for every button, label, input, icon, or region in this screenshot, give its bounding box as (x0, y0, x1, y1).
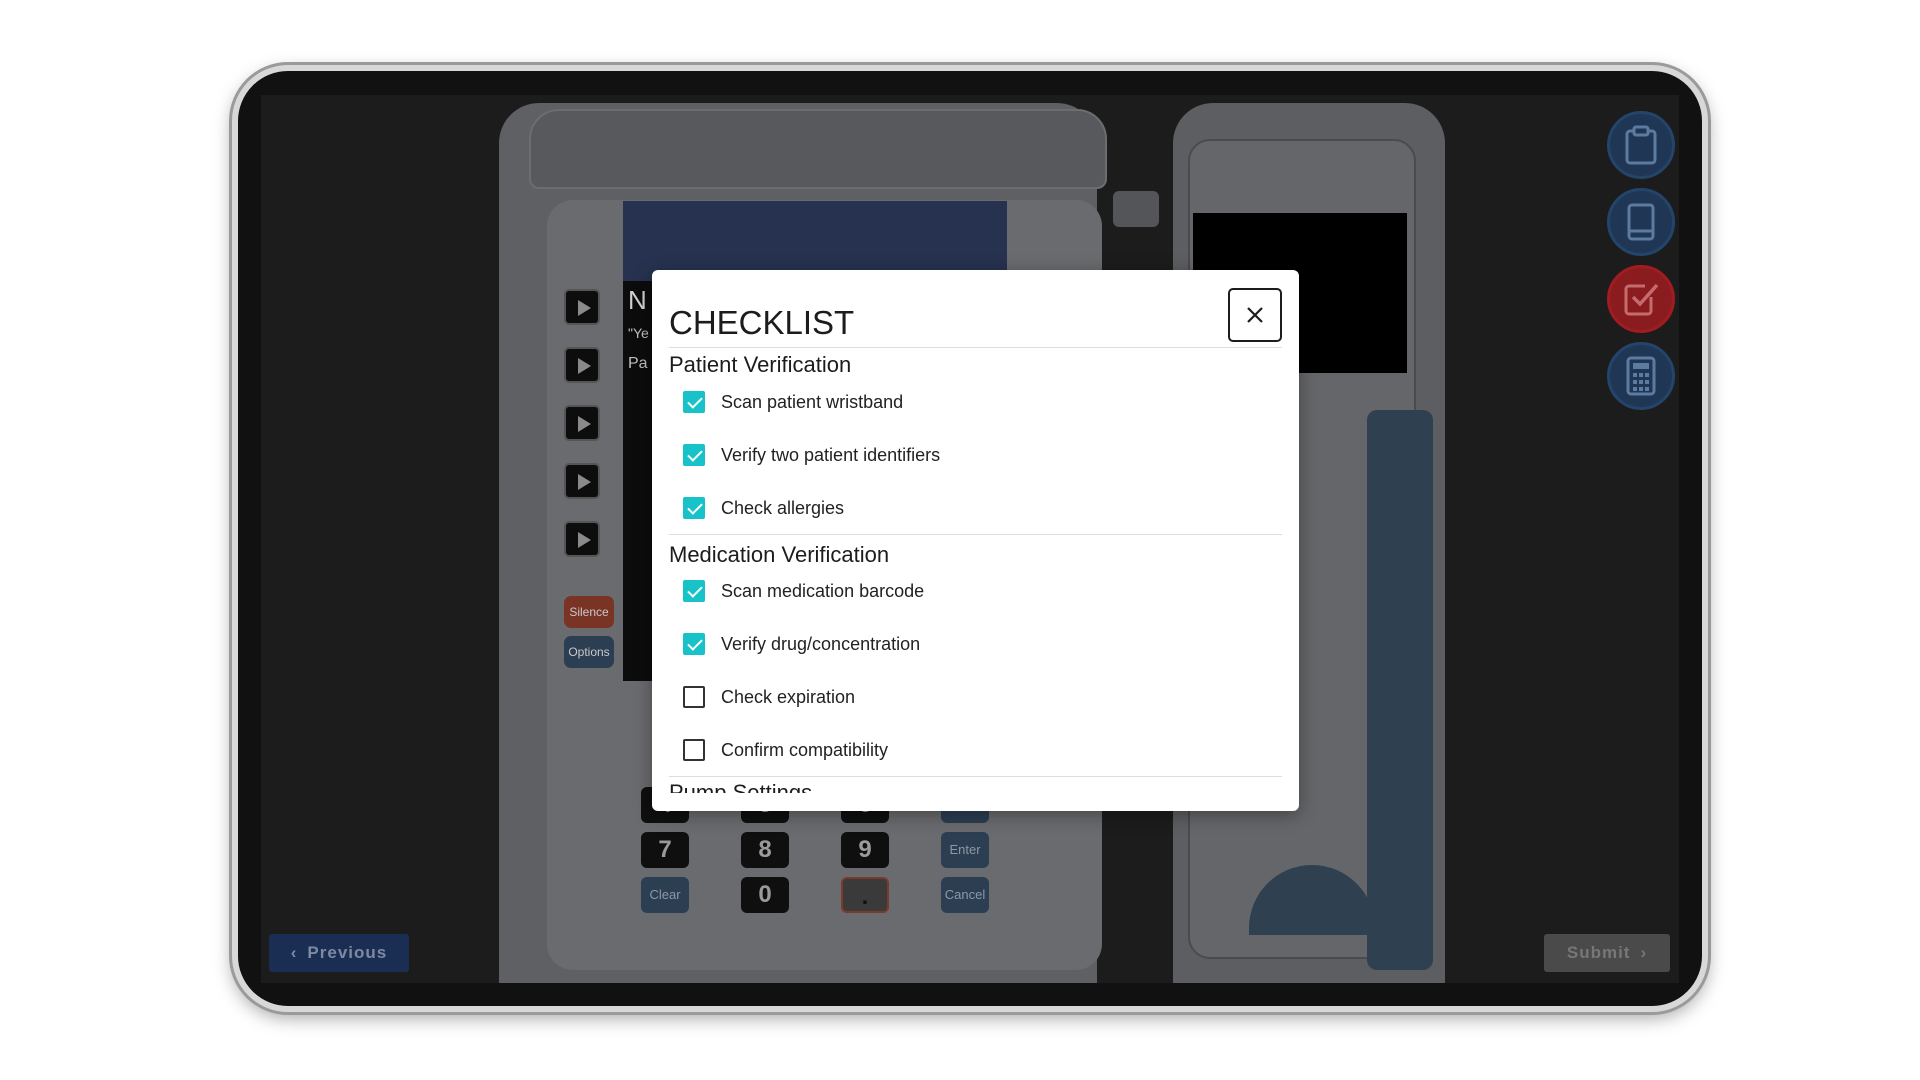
checklist-item[interactable]: Scan patient wristband (683, 387, 903, 417)
display-line-1: N (628, 285, 647, 315)
pump-handle (529, 109, 1107, 189)
calculator-icon (1626, 356, 1656, 396)
submit-label: Submit (1566, 943, 1631, 962)
checklist-item-label: Verify drug/concentration (721, 633, 921, 654)
pump-latch (1113, 191, 1159, 227)
checklist-item-label: Scan medication barcode (721, 580, 925, 601)
key-7[interactable]: 7 (641, 832, 689, 868)
checklist-body[interactable]: Patient Verification Scan patient wristb… (669, 348, 1282, 793)
options-button[interactable]: Options (564, 636, 614, 668)
section-divider (669, 534, 1282, 535)
section-title-medication-verification: Medication Verification (669, 542, 890, 567)
checklist-item-label: Verify two patient identifiers (721, 444, 941, 465)
chevron-left-icon: ‹ (290, 943, 298, 962)
checkbox-unchecked[interactable] (683, 739, 705, 761)
key-9[interactable]: 9 (841, 832, 889, 868)
pump-module-door[interactable] (1367, 410, 1433, 970)
close-button[interactable] (1228, 288, 1282, 342)
checklist-item-label: Scan patient wristband (721, 391, 904, 412)
previous-button[interactable]: ‹ Previous (269, 934, 409, 972)
checklist-item-label: Confirm compatibility (721, 739, 889, 760)
section-title-patient-verification: Patient Verification (669, 352, 852, 377)
enter-key[interactable]: Enter (941, 832, 989, 868)
clipboard-button[interactable] (1607, 111, 1675, 179)
softkey-1[interactable] (564, 289, 600, 325)
checklist-item[interactable]: Check expiration (683, 682, 855, 712)
softkey-2[interactable] (564, 347, 600, 383)
checklist-modal: CHECKLIST Patient Verification Scan pati… (652, 270, 1299, 811)
checkbox-checked[interactable] (683, 497, 705, 519)
checkbox-checked[interactable] (683, 444, 705, 466)
silence-button[interactable]: Silence (564, 596, 614, 628)
checklist-item[interactable]: Confirm compatibility (683, 735, 888, 765)
display-line-3: Pa (628, 355, 648, 372)
softkey-4[interactable] (564, 463, 600, 499)
checklist-item[interactable]: Check allergies (683, 493, 844, 523)
checklist-item[interactable]: Verify drug/concentration (683, 629, 920, 659)
modal-title: CHECKLIST (669, 304, 855, 341)
key-0[interactable]: 0 (741, 877, 789, 913)
checkbox-checked[interactable] (683, 391, 705, 413)
book-icon (1627, 203, 1655, 241)
display-line-2: "Ye (628, 325, 649, 341)
softkey-5[interactable] (564, 521, 600, 557)
checkbox-checked[interactable] (683, 580, 705, 602)
checklist-item-label: Check expiration (721, 686, 856, 707)
checklist-item[interactable]: Verify two patient identifiers (683, 440, 940, 470)
softkey-3[interactable] (564, 405, 600, 441)
cancel-key[interactable]: Cancel (941, 877, 989, 913)
checklist-item-label: Check allergies (721, 497, 845, 518)
section-divider (669, 776, 1282, 777)
calculator-button[interactable] (1607, 342, 1675, 410)
checklist-item[interactable]: Scan medication barcode (683, 576, 924, 606)
checkbox-unchecked[interactable] (683, 686, 705, 708)
pump-display-text-area (623, 281, 653, 681)
close-icon (1247, 307, 1263, 323)
clipboard-icon (1625, 125, 1657, 165)
modal-header: CHECKLIST (669, 288, 1282, 348)
clear-key[interactable]: Clear (641, 877, 689, 913)
submit-button[interactable]: Submit › (1544, 934, 1670, 972)
chevron-right-icon: › (1640, 943, 1648, 962)
previous-label: Previous (307, 943, 388, 962)
reference-book-button[interactable] (1607, 188, 1675, 256)
checkbox-checked[interactable] (683, 633, 705, 655)
checklist-icon (1624, 283, 1659, 316)
decimal-key[interactable]: . (841, 877, 889, 913)
key-8[interactable]: 8 (741, 832, 789, 868)
section-title-pump-settings: Pump Settings (669, 780, 813, 793)
checklist-button[interactable] (1607, 265, 1675, 333)
